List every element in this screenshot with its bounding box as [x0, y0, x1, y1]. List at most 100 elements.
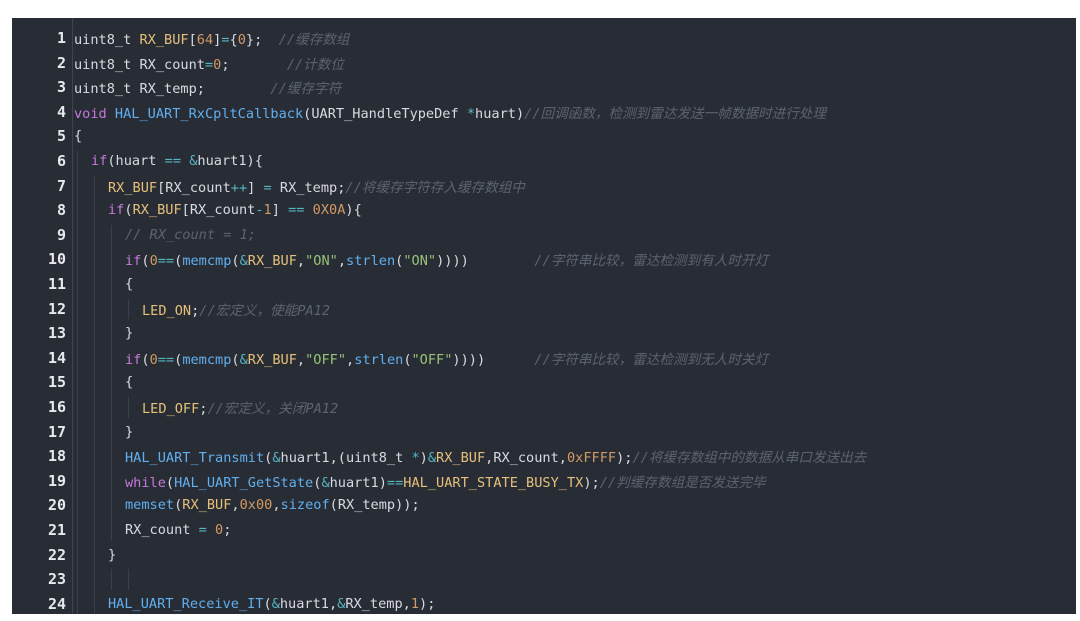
code-token: = [263, 179, 272, 196]
code-token: ] [247, 179, 264, 196]
code-text: } [125, 424, 1076, 440]
code-token: - [255, 202, 264, 219]
code-token: 64 [196, 32, 214, 48]
code-line: 7 RX_BUF[RX_count++] = RX_temp;//将缓存字符存入缓… [12, 174, 1076, 198]
code-text: { [125, 276, 1076, 292]
code-token: //将缓存数组中的数据从串口发送出去 [632, 450, 867, 467]
code-text: if(0==(memcmp(&RX_BUF,"ON",strlen("ON"))… [125, 249, 1076, 269]
code-token: //宏定义，关闭PA12 [207, 401, 339, 417]
code-token: ( [124, 202, 133, 219]
code-line: 13} [12, 321, 1076, 345]
code-token: 0 [149, 253, 158, 270]
indent-guide [111, 569, 112, 590]
code-token: RX_BUF [132, 202, 182, 219]
indent-guide [128, 569, 129, 590]
code-token: //缓存字符 [270, 81, 342, 98]
code-token: [RX_count [181, 202, 256, 219]
line-number: 22 [47, 545, 66, 564]
code-token: 1 [410, 595, 420, 612]
code-text: memset(RX_BUF,0x00,sizeof(RX_temp)); [125, 497, 1076, 513]
code-token: , [272, 497, 281, 514]
code-token: HAL_UART_STATE_BUSY_TX [403, 474, 584, 491]
code-token: & [272, 450, 281, 467]
code-token: LED_ON [142, 302, 192, 319]
code-token: [RX_count [157, 179, 231, 196]
code-token: ( [141, 253, 150, 270]
code-text: { [74, 128, 1076, 144]
code-token: //将缓存字符存入缓存数组中 [345, 179, 525, 196]
code-token: huart1){ [197, 153, 263, 169]
line-number: 19 [47, 471, 66, 490]
line-number: 24 [47, 594, 66, 613]
line-number: 13 [47, 324, 66, 343]
line-number: 14 [47, 348, 66, 367]
line-number: 1 [56, 29, 66, 47]
code-token: = [198, 522, 207, 538]
code-token: , [296, 253, 306, 270]
code-editor[interactable]: 1 uint8_t RX_BUF[64]={0}; //缓存数组 2 uint8_t … [12, 18, 1076, 614]
code-text: HAL_UART_Receive_IT(&huart1,&RX_temp,1); [108, 596, 1076, 612]
code-line: 10 if(0==(memcmp(&RX_BUF,"ON",strlen("ON"… [12, 247, 1076, 271]
code-token: (RX_temp)); [329, 497, 420, 514]
indent-guide [128, 298, 129, 320]
code-text: uint8_t RX_count=0; //计数位 [74, 53, 1076, 73]
code-token: )))) [452, 351, 535, 368]
code-token: HAL_UART_GetState [174, 474, 314, 491]
code-token: 0 [215, 522, 224, 538]
line-number: 5 [56, 127, 66, 146]
code-token: HAL_UART_Receive_IT [108, 595, 264, 612]
code-line: 1 uint8_t RX_BUF[64]={0}; //缓存数组 [12, 26, 1076, 50]
line-number: 17 [47, 422, 66, 441]
code-token: }; [245, 32, 279, 48]
code-token: == [288, 202, 305, 219]
code-text: void HAL_UART_RxCpltCallback(UART_Handle… [74, 102, 1076, 122]
code-token: RX_temp; [271, 179, 346, 196]
code-token: = [221, 32, 230, 48]
code-line: 17} [12, 420, 1076, 444]
code-line: 15 { [12, 370, 1076, 394]
code-line: 22} [12, 543, 1076, 567]
indent-guide [77, 151, 78, 614]
code-token: void [74, 105, 115, 122]
code-token: ; [223, 522, 232, 538]
code-token: if [125, 351, 142, 368]
line-number: 23 [47, 570, 66, 589]
code-text: if(huart == &huart1){ [91, 153, 1076, 169]
code-token: uint8_t RX_temp; [74, 81, 271, 98]
code-text: } [108, 547, 1076, 563]
code-token: sizeof [280, 497, 330, 514]
line-number: 3 [56, 78, 66, 97]
code-token: ] [271, 202, 289, 219]
code-token: //缓存数组 [278, 32, 350, 48]
code-text: uint8_t RX_BUF[64]={0}; //缓存数组 [74, 28, 1076, 48]
code-token: * [466, 105, 476, 122]
code-line: 19 while(HAL_UART_GetState(&huart1)==HAL_… [12, 469, 1076, 493]
line-number: 18 [47, 447, 66, 466]
code-token: ); [583, 474, 600, 491]
code-token: ( [403, 351, 412, 368]
code-token: while [125, 474, 166, 491]
code-line: 6 if(huart == &huart1){ [12, 149, 1076, 173]
code-token: "ON" [403, 253, 437, 270]
code-text: if(0==(memcmp(&RX_BUF,"OFF",strlen("OFF"… [125, 348, 1076, 368]
line-number: 7 [56, 176, 66, 195]
code-token: "OFF" [305, 351, 347, 368]
code-token: (huart [107, 153, 165, 169]
code-token: ; [221, 56, 287, 73]
code-line: 8 if(RX_BUF[RX_count-1] == 0X0A){ [12, 198, 1076, 222]
code-token: huart1, [279, 595, 338, 612]
code-line: 14 if(0==(memcmp(&RX_BUF,"OFF",strlen("OF… [12, 346, 1076, 370]
code-line: 12 LED_ON;//宏定义，使能PA12 [12, 297, 1076, 321]
code-line: 5{ [12, 124, 1076, 148]
code-token: ( [165, 474, 175, 491]
code-token: & [239, 351, 248, 368]
line-number: 21 [47, 521, 66, 539]
code-token: 0X0A [312, 202, 346, 219]
code-token: RX_BUF [436, 450, 486, 467]
code-token: } [125, 325, 134, 342]
code-text: } [125, 325, 1076, 341]
code-token: //字符串比较，雷达检测到无人时关灯 [534, 351, 769, 368]
code-text: HAL_UART_Transmit(&huart1,(uint8_t *)&RX… [125, 446, 1076, 466]
